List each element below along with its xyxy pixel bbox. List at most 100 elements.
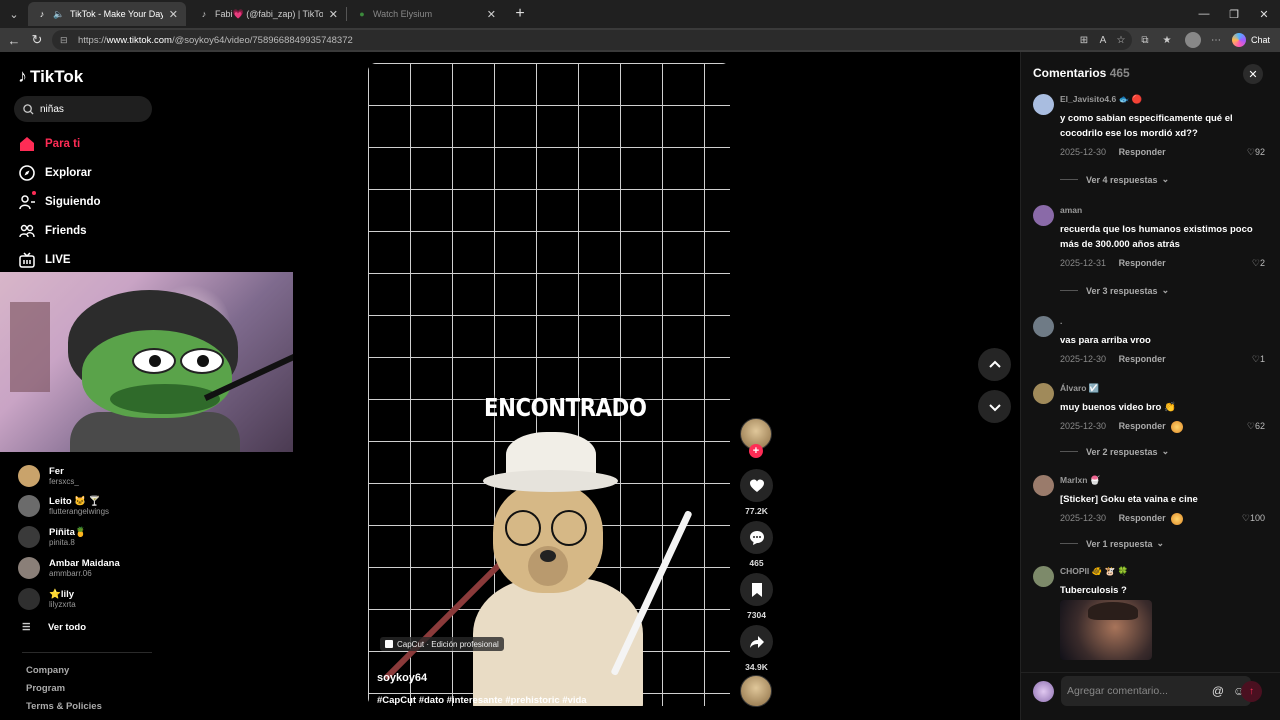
following-item[interactable]: ⭐lily lilyzxrta: [18, 586, 76, 612]
chevron-down-icon: ⌄: [1156, 538, 1165, 548]
tab-elysium[interactable]: ● Watch Elysium ✕: [348, 2, 504, 26]
video-author[interactable]: soykoy64: [377, 672, 427, 684]
tab-tiktok[interactable]: ♪ 🔈 TikTok - Make Your Day ✕: [28, 2, 186, 26]
profile-avatar[interactable]: [1185, 32, 1201, 48]
close-tab-icon[interactable]: ✕: [169, 8, 178, 21]
reply-button[interactable]: Responder: [1119, 513, 1166, 523]
live-icon: [18, 251, 36, 269]
tiktok-logo[interactable]: ♪ TikTok: [18, 66, 83, 87]
following-item[interactable]: Fer fersxcs_: [18, 463, 79, 489]
comment-username[interactable]: Álvaro ☑️: [1060, 383, 1099, 394]
comment-like-button[interactable]: ♡62: [1247, 421, 1265, 432]
new-tab-button[interactable]: +: [510, 4, 530, 24]
avatar[interactable]: [1033, 205, 1054, 226]
comment-like-button[interactable]: ♡100: [1242, 513, 1265, 524]
comment-username[interactable]: aman: [1060, 205, 1082, 215]
following-item[interactable]: Ambar Maidana ammbarr.06: [18, 555, 120, 581]
view-replies-button[interactable]: Ver 3 respuestas ⌄: [1060, 285, 1169, 296]
comment-username[interactable]: CHOPII 🐠 🐮 🍀: [1060, 566, 1128, 577]
copilot-chat-button[interactable]: Chat: [1232, 31, 1270, 49]
send-button[interactable]: ↑: [1241, 681, 1262, 702]
view-replies-button[interactable]: Ver 2 respuestas ⌄: [1060, 446, 1169, 457]
footer-company-link[interactable]: Company: [26, 665, 69, 676]
save-button[interactable]: [740, 573, 773, 606]
close-window-icon[interactable]: ✕: [1250, 4, 1278, 24]
reply-button[interactable]: Responder: [1119, 421, 1166, 431]
nav-explorar[interactable]: Explorar: [18, 162, 92, 184]
nav-live[interactable]: LIVE: [18, 249, 71, 271]
mention-icon[interactable]: @: [1209, 682, 1227, 700]
close-icon: ✕: [1248, 68, 1258, 81]
reply-button[interactable]: Responder: [1119, 354, 1166, 364]
translate-icon[interactable]: A: [1095, 32, 1111, 48]
avatar[interactable]: [1033, 475, 1054, 496]
globe-icon: ●: [359, 9, 365, 19]
music-disc-avatar[interactable]: [740, 675, 772, 707]
site-info-icon[interactable]: ⊟: [60, 35, 70, 45]
extensions-icon[interactable]: ⧉: [1137, 32, 1153, 48]
nav-friends[interactable]: Friends: [18, 220, 87, 242]
comment-like-button[interactable]: ♡92: [1247, 147, 1265, 158]
tiktok-page: ♪ TikTok niñas Para ti Explorar Siguiend…: [0, 52, 1280, 720]
following-item[interactable]: Piñita🍍 pinita.8: [18, 524, 87, 550]
video-dog-character: [383, 428, 703, 706]
capcut-badge[interactable]: CapCut · Edición profesional: [380, 637, 504, 651]
chevron-down-icon: ⌄: [1161, 285, 1170, 295]
restore-icon[interactable]: ❐: [1220, 4, 1248, 24]
comment-like-button[interactable]: ♡1: [1252, 354, 1265, 365]
avatar[interactable]: [1033, 94, 1054, 115]
comment-date: 2025-12-30: [1060, 354, 1107, 364]
view-replies-button[interactable]: Ver 1 respuesta ⌄: [1060, 538, 1164, 549]
avatar[interactable]: [1033, 566, 1054, 587]
tiktok-icon: ♪: [201, 9, 207, 19]
speaker-icon[interactable]: 🔈: [53, 8, 65, 20]
heart-outline-icon: ♡: [1251, 354, 1260, 364]
tab-actions-menu[interactable]: ⌄: [4, 4, 24, 24]
chevron-down-icon: ⌄: [1161, 446, 1170, 456]
footer-program-link[interactable]: Program: [26, 683, 65, 694]
more-menu-icon[interactable]: ⋯: [1208, 32, 1224, 48]
reply-button[interactable]: Responder: [1119, 258, 1166, 268]
share-button[interactable]: [740, 625, 773, 658]
reload-icon[interactable]: ↻: [27, 30, 47, 50]
comment-icon: [749, 530, 764, 545]
comment-input[interactable]: Agregar comentario... @ ☺: [1061, 676, 1251, 706]
close-tab-icon[interactable]: ✕: [487, 8, 496, 21]
favorite-star-icon[interactable]: ☆: [1113, 32, 1129, 48]
avatar[interactable]: [1033, 316, 1054, 337]
close-tab-icon[interactable]: ✕: [329, 8, 338, 21]
avatar: [18, 465, 40, 487]
back-icon[interactable]: ←: [4, 30, 24, 50]
tab-fabi[interactable]: ♪ Fabi💗 (@fabi_zap) | TikTok ✕: [190, 2, 346, 26]
previous-video-button[interactable]: [978, 348, 1011, 381]
like-button[interactable]: [740, 469, 773, 502]
video-hashtags[interactable]: #CapCut #dato #interesante #prehistoric …: [377, 695, 587, 706]
following-handle: lilyzxrta: [49, 599, 76, 609]
footer-terms-link[interactable]: Terms & Policies: [26, 701, 102, 712]
minimize-icon[interactable]: —: [1190, 4, 1218, 24]
comment-username[interactable]: El_Javisito4.6 🐟 🔴: [1060, 94, 1142, 105]
next-video-button[interactable]: [978, 390, 1011, 423]
comment-username[interactable]: Marlxn 🍧: [1060, 475, 1100, 486]
search-input[interactable]: niñas: [14, 96, 152, 122]
comment-text: muy buenos video bro 👏: [1060, 402, 1176, 413]
following-item[interactable]: Leito 🐱 🍸 flutterangelwings: [18, 493, 109, 519]
nav-siguiendo[interactable]: Siguiendo: [18, 191, 101, 213]
video-player[interactable]: ENCONTRADO CapCut · Edición profesional …: [368, 63, 730, 706]
favorites-icon[interactable]: ★: [1159, 32, 1175, 48]
avatar: [18, 557, 40, 579]
follow-plus-icon[interactable]: +: [749, 444, 763, 458]
see-all-button[interactable]: ☰ Ver todo: [22, 622, 86, 633]
comment-image[interactable]: [1060, 600, 1152, 660]
comment-username[interactable]: .: [1060, 316, 1062, 326]
nav-label: LIVE: [45, 254, 71, 266]
url-field[interactable]: ⊟ https:// www.tiktok.com /@soykoy64/vid…: [52, 30, 1132, 50]
reply-button[interactable]: Responder: [1119, 147, 1166, 157]
view-replies-button[interactable]: Ver 4 respuestas ⌄: [1060, 174, 1169, 185]
avatar[interactable]: [1033, 383, 1054, 404]
nav-para-ti[interactable]: Para ti: [18, 133, 80, 155]
comment-like-button[interactable]: ♡2: [1252, 258, 1265, 269]
apps-icon[interactable]: ⊞: [1076, 32, 1092, 48]
close-comments-button[interactable]: ✕: [1243, 64, 1263, 84]
comment-button[interactable]: [740, 521, 773, 554]
